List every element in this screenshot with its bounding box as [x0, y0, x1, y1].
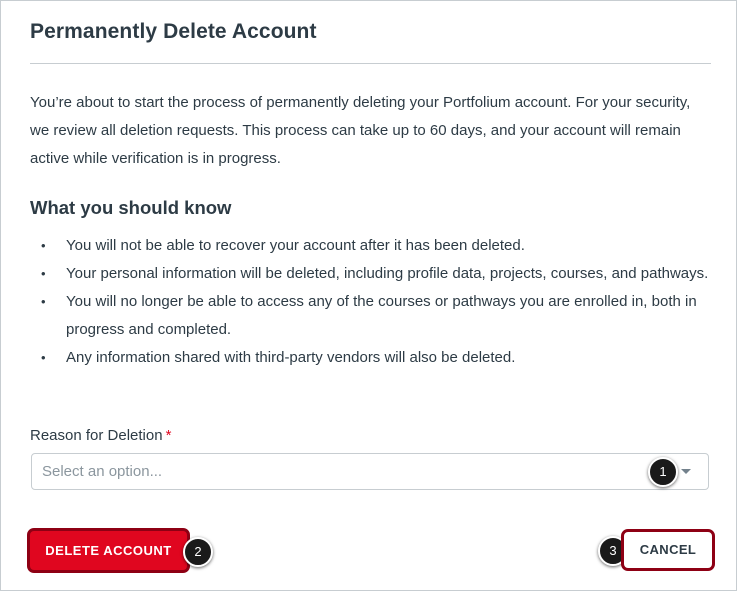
title-divider — [30, 63, 711, 64]
list-item-text: Your personal information will be delete… — [66, 265, 709, 282]
bullet-icon: • — [41, 238, 46, 253]
list-item: • Your personal information will be dele… — [30, 260, 710, 288]
bullet-icon: • — [41, 294, 46, 309]
reason-label: Reason for Deletion * — [30, 427, 171, 444]
list-item: • You will no longer be able to access a… — [30, 288, 710, 344]
callout-badge-1: 1 — [648, 457, 678, 487]
what-you-should-know-heading: What you should know — [30, 197, 232, 218]
caret-down-icon[interactable] — [681, 469, 691, 474]
list-item: • Any information shared with third-part… — [30, 344, 710, 372]
list-item: • You will not be able to recover your a… — [30, 232, 710, 260]
callout-badge-2: 2 — [183, 537, 213, 567]
intro-text: You’re about to start the process of per… — [30, 94, 691, 167]
consequences-list: • You will not be able to recover your a… — [30, 232, 710, 372]
list-item-text: Any information shared with third-party … — [66, 349, 516, 366]
bullet-icon: • — [41, 350, 46, 365]
required-marker: * — [165, 427, 172, 444]
delete-account-dialog: Permanently Delete Account You’re about … — [0, 0, 737, 591]
delete-account-button[interactable]: DELETE ACCOUNT — [27, 528, 190, 573]
reason-select-placeholder: Select an option... — [42, 463, 163, 480]
cancel-button[interactable]: CANCEL — [621, 529, 715, 571]
reason-select[interactable]: Select an option... — [31, 453, 709, 490]
list-item-text: You will no longer be able to access any… — [66, 293, 697, 338]
list-item-text: You will not be able to recover your acc… — [66, 237, 525, 254]
reason-label-text: Reason for Deletion — [30, 427, 163, 444]
bullet-icon: • — [41, 266, 46, 281]
dialog-title: Permanently Delete Account — [30, 20, 317, 43]
